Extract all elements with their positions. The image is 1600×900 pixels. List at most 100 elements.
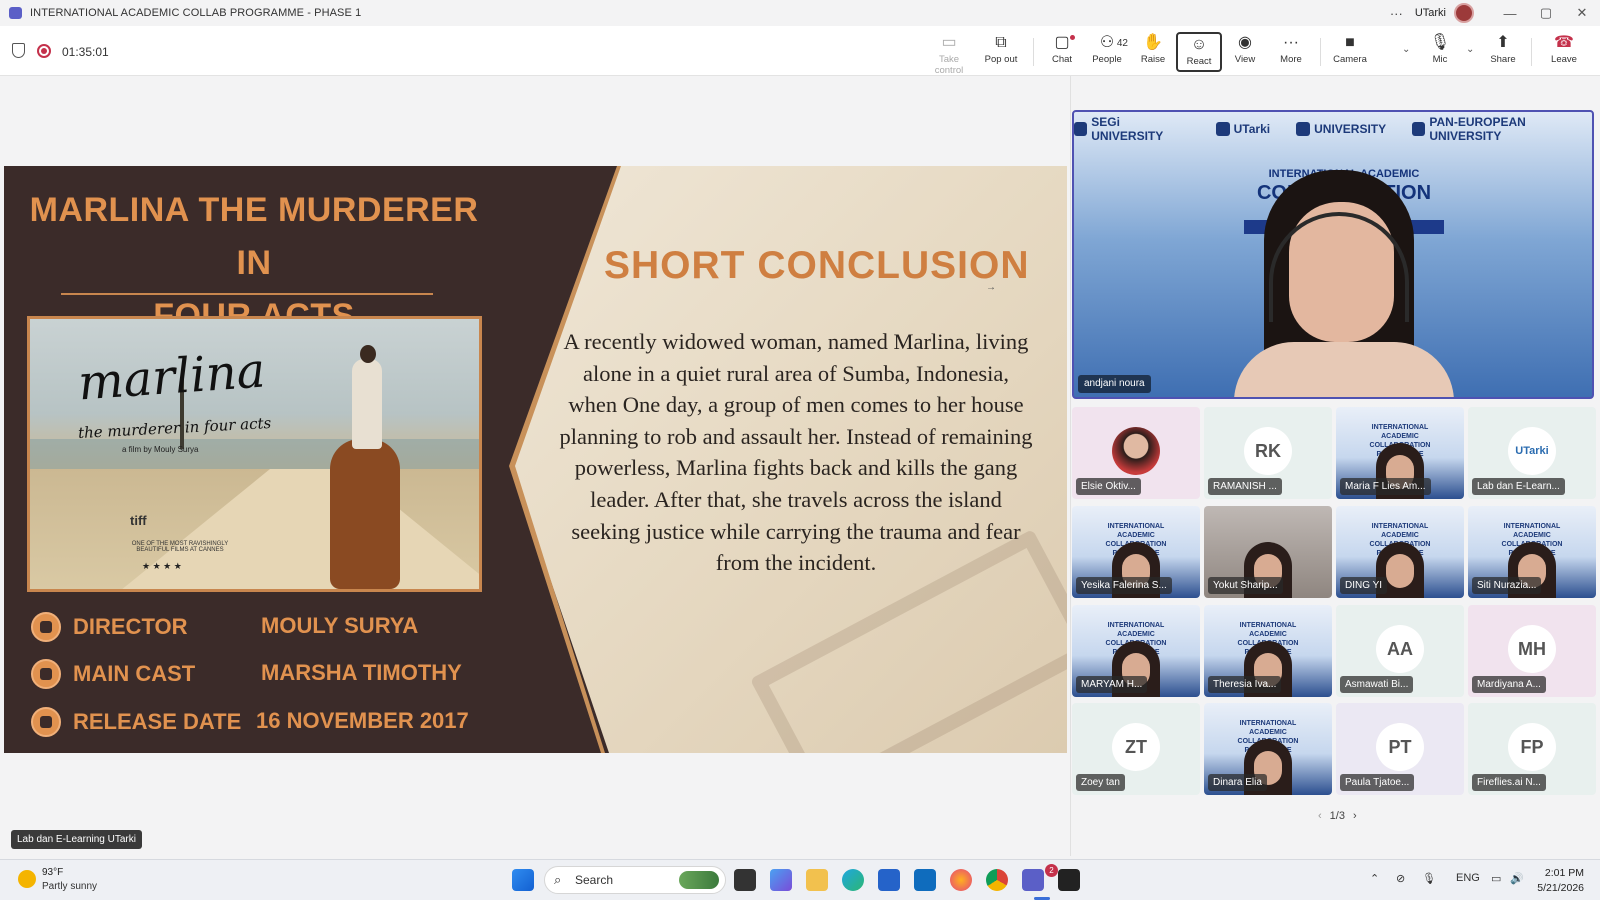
next-page-button[interactable]: › bbox=[1353, 810, 1357, 822]
camera-options-chevron-icon[interactable]: ⌄ bbox=[1402, 44, 1410, 55]
chat-button[interactable]: ▢ Chat bbox=[1039, 32, 1085, 72]
participant-tile[interactable]: INTERNATIONAL ACADEMIC COLLABORATION PRO… bbox=[1468, 506, 1596, 598]
search-icon: ⌕ bbox=[554, 872, 562, 887]
title-bar: INTERNATIONAL ACADEMIC COLLAB PROGRAMME … bbox=[0, 0, 1600, 26]
minimize-button[interactable]: — bbox=[1492, 6, 1528, 21]
participant-tile[interactable]: Elsie Oktiv... bbox=[1072, 407, 1200, 499]
maximize-button[interactable]: ▢ bbox=[1528, 5, 1564, 21]
speaker-video[interactable]: SEGi UNIVERSITY UTarki UNIVERSITY PAN-EU… bbox=[1072, 110, 1594, 399]
people-button[interactable]: ⚇ 42 People bbox=[1084, 32, 1130, 72]
chrome-icon[interactable] bbox=[986, 869, 1008, 891]
leave-button[interactable]: ☎ Leave bbox=[1541, 32, 1587, 72]
poster-subtitle: the murderer in four acts bbox=[77, 413, 272, 443]
participant-tile[interactable]: INTERNATIONAL ACADEMIC COLLABORATION PRO… bbox=[1204, 605, 1332, 697]
camera-button[interactable]: ■ Camera bbox=[1327, 32, 1373, 72]
file-explorer-icon[interactable] bbox=[806, 869, 828, 891]
store-icon[interactable] bbox=[878, 869, 900, 891]
more-button[interactable]: ··· More bbox=[1268, 32, 1314, 72]
participant-tile[interactable]: AA Asmawati Bi... bbox=[1336, 605, 1464, 697]
view-icon: ◉ bbox=[1238, 34, 1252, 51]
participant-name: RAMANISH ... bbox=[1208, 478, 1282, 495]
participant-tile[interactable]: RK RAMANISH ... bbox=[1204, 407, 1332, 499]
participant-tile[interactable]: INTERNATIONAL ACADEMIC COLLABORATION PRO… bbox=[1336, 506, 1464, 598]
university-logo-icon bbox=[1074, 122, 1088, 136]
pop-out-button[interactable]: ⧉ Pop out bbox=[978, 32, 1024, 72]
participant-name: Paula Tjatoe... bbox=[1340, 774, 1415, 791]
clock[interactable]: 2:01 PM 5/21/2026 bbox=[1537, 866, 1584, 896]
mic-off-icon: 🎙 bbox=[1429, 34, 1451, 51]
teams-app-icon bbox=[9, 7, 22, 19]
outlook-icon[interactable] bbox=[914, 869, 936, 891]
weather-condition[interactable]: Partly sunny bbox=[42, 881, 97, 892]
participant-tile[interactable]: PT Paula Tjatoe... bbox=[1336, 703, 1464, 795]
participant-name: Yesika Falerina S... bbox=[1076, 577, 1172, 594]
weather-sun-icon[interactable] bbox=[18, 870, 36, 888]
account-name[interactable]: UTarki bbox=[1415, 7, 1446, 19]
participant-tile[interactable]: UTarki Lab dan E-Learn... bbox=[1468, 407, 1596, 499]
participant-name: Mardiyana A... bbox=[1472, 676, 1546, 693]
participant-name: MARYAM H... bbox=[1076, 676, 1148, 693]
language-indicator[interactable]: ENG bbox=[1456, 872, 1480, 884]
arrow-icon: → bbox=[986, 282, 996, 293]
participant-name: Elsie Oktiv... bbox=[1076, 478, 1141, 495]
speaker-name-label: andjani noura bbox=[1078, 375, 1151, 393]
participant-tile[interactable]: ZT Zoey tan bbox=[1072, 703, 1200, 795]
copilot-icon[interactable] bbox=[770, 869, 792, 891]
participant-tile[interactable]: INTERNATIONAL ACADEMIC COLLABORATION PRO… bbox=[1336, 407, 1464, 499]
firefox-icon[interactable] bbox=[950, 869, 972, 891]
edge-browser-icon[interactable] bbox=[842, 869, 864, 891]
share-button[interactable]: ⬆ Share bbox=[1480, 32, 1526, 72]
university-logo-icon bbox=[1296, 122, 1311, 136]
participant-avatar: FP bbox=[1508, 723, 1556, 771]
mic-button[interactable]: 🎙 Mic bbox=[1417, 32, 1463, 72]
participant-tile[interactable]: INTERNATIONAL ACADEMIC COLLABORATION PRO… bbox=[1204, 703, 1332, 795]
participant-name: Asmawati Bi... bbox=[1340, 676, 1414, 693]
app-icon[interactable] bbox=[1058, 869, 1080, 891]
participant-name: Dinara Elia bbox=[1208, 774, 1267, 791]
react-button[interactable]: ☺ React bbox=[1176, 32, 1222, 72]
pop-out-icon: ⧉ bbox=[995, 34, 1007, 51]
release-date-label: RELEASE DATE bbox=[73, 709, 242, 734]
participant-avatar: PT bbox=[1376, 723, 1424, 771]
shield-icon bbox=[12, 43, 25, 58]
participant-tile[interactable]: Yokut Sharip... bbox=[1204, 506, 1332, 598]
take-control-button[interactable]: ▭ Take control bbox=[926, 32, 972, 76]
mic-tray-icon[interactable]: 🎙 bbox=[1422, 872, 1436, 885]
poster-quote: ONE OF THE MOST RAVISHINGLY BEAUTIFUL FI… bbox=[131, 541, 229, 553]
task-view-icon[interactable] bbox=[734, 869, 756, 891]
participant-avatar: AA bbox=[1376, 625, 1424, 673]
participant-tile[interactable]: MH Mardiyana A... bbox=[1468, 605, 1596, 697]
presentation-slide: MARLINA THE MURDERER INFOUR ACTS marlina… bbox=[4, 166, 1067, 753]
account-avatar[interactable] bbox=[1454, 3, 1474, 23]
participant-tile[interactable]: FP Fireflies.ai N... bbox=[1468, 703, 1596, 795]
view-button[interactable]: ◉ View bbox=[1222, 32, 1268, 72]
participant-name: Yokut Sharip... bbox=[1208, 577, 1283, 594]
gallery-pager: ‹ 1/3 › bbox=[1310, 810, 1365, 822]
taskbar-search[interactable]: ⌕ Search bbox=[544, 866, 726, 894]
main-cast-value: MARSHA TIMOTHY bbox=[261, 660, 462, 685]
participant-avatar bbox=[1112, 427, 1160, 475]
mic-options-chevron-icon[interactable]: ⌄ bbox=[1466, 44, 1474, 55]
windows-start-icon[interactable] bbox=[512, 869, 534, 891]
participant-name: Zoey tan bbox=[1076, 774, 1125, 791]
network-icon[interactable]: ▭ bbox=[1491, 872, 1501, 885]
participant-tile[interactable]: INTERNATIONAL ACADEMIC COLLABORATION PRO… bbox=[1072, 506, 1200, 598]
previous-page-button[interactable]: ‹ bbox=[1318, 810, 1322, 822]
title-rule bbox=[61, 293, 433, 295]
chevron-up-icon[interactable]: ⌃ bbox=[1370, 872, 1379, 885]
poster-title: marlina bbox=[76, 342, 268, 412]
more-options-icon[interactable]: ··· bbox=[1390, 6, 1403, 21]
camera-off-icon: ■ bbox=[1345, 34, 1355, 51]
conclusion-title: SHORT CONCLUSION bbox=[604, 244, 1030, 287]
close-button[interactable]: ✕ bbox=[1564, 5, 1600, 21]
calendar-icon bbox=[31, 707, 61, 737]
weather-temperature[interactable]: 93°F bbox=[42, 867, 63, 878]
participant-tile[interactable]: INTERNATIONAL ACADEMIC COLLABORATION PRO… bbox=[1072, 605, 1200, 697]
participant-name: DING YI bbox=[1340, 577, 1388, 594]
teams-icon[interactable] bbox=[1022, 869, 1044, 891]
hang-up-icon: ☎ bbox=[1554, 34, 1574, 51]
camera-off-tray-icon[interactable]: ⊘ bbox=[1396, 872, 1405, 885]
volume-icon[interactable]: 🔊 bbox=[1510, 872, 1524, 885]
director-label: DIRECTOR bbox=[73, 614, 188, 639]
raise-hand-button[interactable]: ✋ Raise bbox=[1130, 32, 1176, 72]
